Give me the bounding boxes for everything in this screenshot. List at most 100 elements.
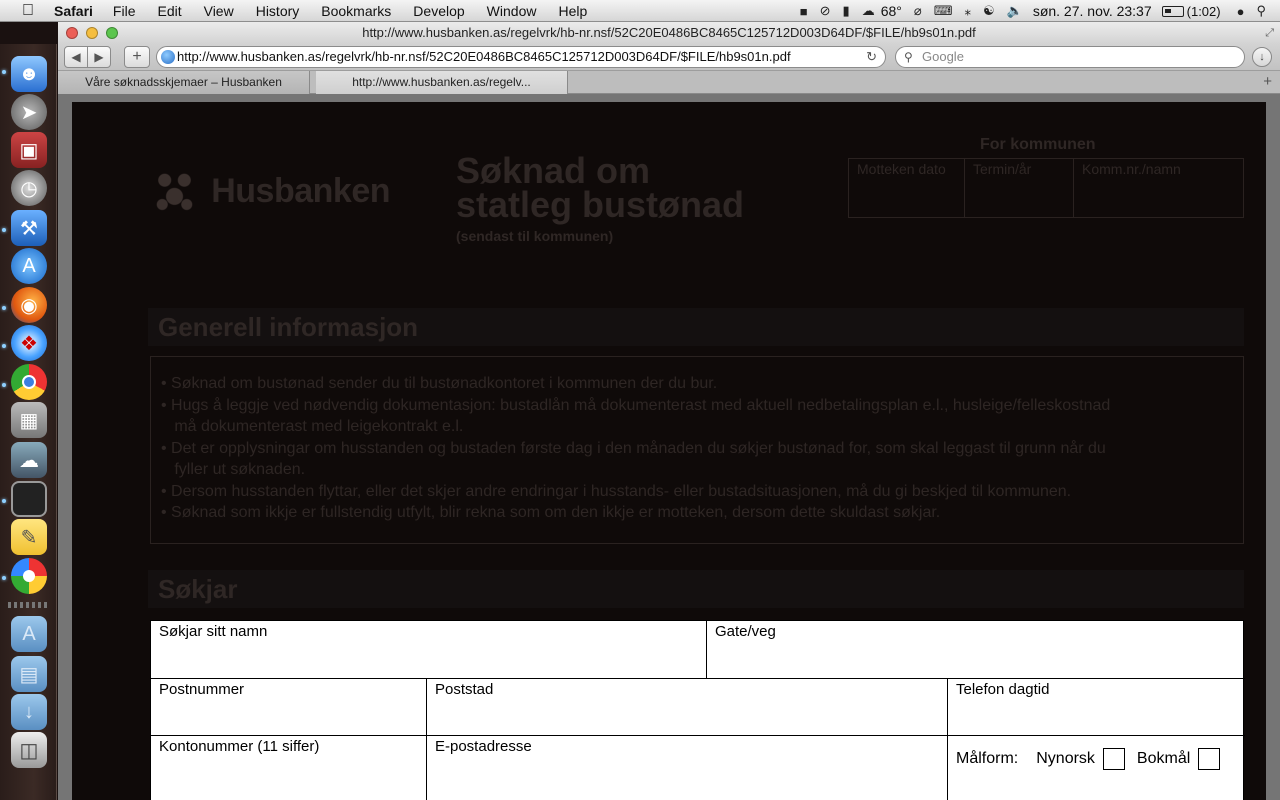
- tab-husbanken-forms[interactable]: Våre søknadsskjemaer – Husbanken: [58, 71, 310, 94]
- dimmed-form-area: Husbanken Søknad om statleg bustønad (se…: [72, 102, 1266, 618]
- bokmal-label: Bokmål: [1136, 750, 1191, 767]
- forward-button[interactable]: ▶: [87, 46, 111, 68]
- account-field[interactable]: Kontonummer (11 siffer): [151, 736, 427, 800]
- search-input[interactable]: ⚲ Google: [895, 46, 1245, 68]
- downloads-button[interactable]: ↓: [1252, 47, 1272, 67]
- menu-history[interactable]: History: [256, 3, 300, 19]
- safari-icon[interactable]: ❖: [11, 325, 47, 361]
- email-field[interactable]: E-postadresse: [427, 736, 948, 800]
- bluetooth-icon[interactable]: ⁎: [964, 3, 971, 19]
- photo-booth-icon[interactable]: ▣: [11, 132, 47, 168]
- stickies-icon[interactable]: ✎: [11, 519, 47, 555]
- browser-window: http://www.husbanken.as/regelvrk/hb-nr.n…: [58, 22, 1280, 800]
- menu-app-name[interactable]: Safari: [54, 3, 93, 19]
- menu-window[interactable]: Window: [487, 3, 537, 19]
- menu-edit[interactable]: Edit: [157, 3, 181, 19]
- applications-folder-icon[interactable]: A: [11, 616, 47, 652]
- keyboard-icon[interactable]: ⌨: [934, 3, 953, 19]
- menu-bookmarks[interactable]: Bookmarks: [321, 3, 391, 19]
- documents-folder-icon[interactable]: ▤: [11, 656, 47, 692]
- web-content[interactable]: Husbanken Søknad om statleg bustønad (se…: [58, 94, 1280, 800]
- applicant-name-field[interactable]: Søkjar sitt namn: [151, 621, 707, 679]
- logo-text: Husbanken: [211, 171, 390, 210]
- preview-icon[interactable]: ☁: [11, 442, 47, 478]
- close-button[interactable]: [66, 27, 78, 39]
- running-indicator: [2, 344, 6, 348]
- time-machine-icon[interactable]: ◷: [11, 170, 47, 206]
- form-title: Søknad om statleg bustønad: [456, 150, 745, 225]
- temperature-label[interactable]: 68°: [881, 3, 902, 19]
- rocket-icon[interactable]: ➤: [11, 94, 47, 130]
- received-date-label: Motteken dato: [857, 161, 946, 177]
- running-indicator: [2, 383, 6, 387]
- info-line: • Det er opplysningar om husstanden og b…: [161, 439, 1106, 457]
- usb-icon[interactable]: ⌀: [914, 3, 922, 19]
- bokmal-checkbox[interactable]: [1198, 748, 1221, 770]
- form-title-line1: Søknad om: [456, 150, 651, 191]
- trash-icon[interactable]: ◫: [11, 732, 47, 768]
- terminal-icon[interactable]: [11, 481, 47, 517]
- globe-icon: [161, 50, 175, 64]
- downloads-folder-icon[interactable]: ↓: [11, 694, 47, 730]
- postplace-field[interactable]: Poststad: [427, 679, 948, 736]
- running-indicator: [2, 499, 6, 503]
- menu-file[interactable]: File: [113, 3, 136, 19]
- apple-menu-icon[interactable]: : [18, 2, 38, 20]
- menu-develop[interactable]: Develop: [413, 3, 464, 19]
- address-text[interactable]: http://www.husbanken.as/regelvrk/hb-nr.n…: [177, 49, 791, 64]
- new-tab-button[interactable]: +: [1263, 71, 1272, 93]
- language-label: Målform:: [956, 750, 1019, 767]
- app-store-icon[interactable]: A: [11, 248, 47, 284]
- zoom-button[interactable]: [106, 27, 118, 39]
- language-field: Målform: Nynorsk Bokmål: [948, 736, 1245, 800]
- general-info-box: • Søknad om bustønad sender du til bustø…: [150, 356, 1244, 544]
- phone-label: Telefon dagtid: [956, 681, 1050, 698]
- search-placeholder: Google: [922, 49, 964, 64]
- folder-status-icon[interactable]: ■: [800, 4, 808, 19]
- xcode-icon[interactable]: ⚒: [11, 210, 47, 246]
- chrome-icon[interactable]: [11, 364, 47, 400]
- toolbar: ◀ ▶ + http://www.husbanken.as/regelvrk/h…: [58, 44, 1280, 70]
- logo-mark-icon: [150, 164, 200, 218]
- battery-icon[interactable]: [1161, 5, 1184, 17]
- status-area: ■ ⊘ ▮ ☁ 68° ⌀ ⌨ ⁎ ☯ 🔈 søn. 27. nov. 23:3…: [794, 0, 1280, 22]
- bluetooth-meter-icon[interactable]: ▮: [843, 3, 850, 19]
- firefox-icon[interactable]: ◉: [11, 287, 47, 323]
- reload-icon[interactable]: ↻: [866, 47, 877, 67]
- fullscreen-icon[interactable]: ⤢: [1265, 22, 1274, 44]
- battery-time[interactable]: (1:02): [1187, 4, 1221, 19]
- dock: ☻ ➤ ▣ ◷ ⚒ A ◉ ❖ ▦ ☁ ✎ A ▤ ↓ ◫: [0, 44, 57, 800]
- clock[interactable]: søn. 27. nov. 23:37: [1033, 3, 1152, 19]
- postcode-field[interactable]: Postnummer: [151, 679, 427, 736]
- applicant-form: Søkjar sitt namn Gate/veg Postnummer Pos…: [150, 620, 1245, 800]
- running-indicator: [2, 70, 6, 74]
- picasa-icon[interactable]: [11, 558, 47, 594]
- user-icon[interactable]: ●: [1237, 4, 1245, 19]
- calculator-icon[interactable]: ▦: [11, 402, 47, 438]
- tab-pdf[interactable]: http://www.husbanken.as/regelv...: [316, 71, 568, 94]
- street-label: Gate/veg: [715, 623, 776, 640]
- dock-separator: [8, 602, 50, 608]
- volume-icon[interactable]: 🔈: [1007, 3, 1023, 19]
- minimize-button[interactable]: [86, 27, 98, 39]
- nynorsk-checkbox[interactable]: [1102, 748, 1125, 770]
- weather-icon[interactable]: ☁: [862, 3, 875, 19]
- menu-view[interactable]: View: [204, 3, 234, 19]
- blocked-status-icon[interactable]: ⊘: [820, 3, 831, 19]
- wifi-icon[interactable]: ☯: [983, 3, 995, 19]
- add-bookmark-button[interactable]: +: [124, 46, 150, 68]
- phone-field[interactable]: Telefon dagtid: [948, 679, 1245, 736]
- back-button[interactable]: ◀: [64, 46, 88, 68]
- menu-help[interactable]: Help: [558, 3, 587, 19]
- spotlight-icon[interactable]: ⚲: [1256, 3, 1266, 19]
- term-year-field: Termin/år: [964, 158, 1074, 218]
- form-title-line2: statleg bustønad: [456, 184, 745, 225]
- municipality-number-label: Komm.nr./namn: [1082, 161, 1181, 177]
- street-field[interactable]: Gate/veg: [707, 621, 1245, 679]
- search-icon: ⚲: [904, 50, 913, 64]
- pdf-page[interactable]: Husbanken Søknad om statleg bustønad (se…: [72, 102, 1266, 800]
- finder-icon[interactable]: ☻: [11, 56, 47, 92]
- address-bar[interactable]: http://www.husbanken.as/regelvrk/hb-nr.n…: [156, 46, 886, 68]
- account-label: Kontonummer (11 siffer): [159, 738, 320, 755]
- info-line: må dokumenterast med leigekontrakt e.l.: [161, 418, 464, 435]
